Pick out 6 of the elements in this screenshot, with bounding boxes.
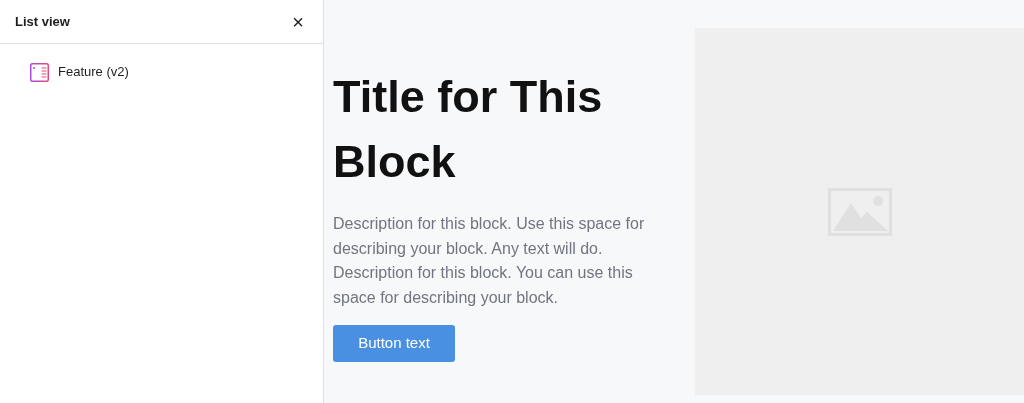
columns-icon — [30, 62, 49, 82]
close-button[interactable]: × — [288, 11, 308, 32]
list-item[interactable]: Feature (v2) — [0, 59, 323, 85]
block-description: Description for this block. Use this space for describing your block. Any text will do. Description for this block. You can use this space for describing your block. — [333, 214, 646, 308]
panel-title: List view — [15, 12, 70, 31]
block-title: Title for This Block — [333, 70, 604, 189]
